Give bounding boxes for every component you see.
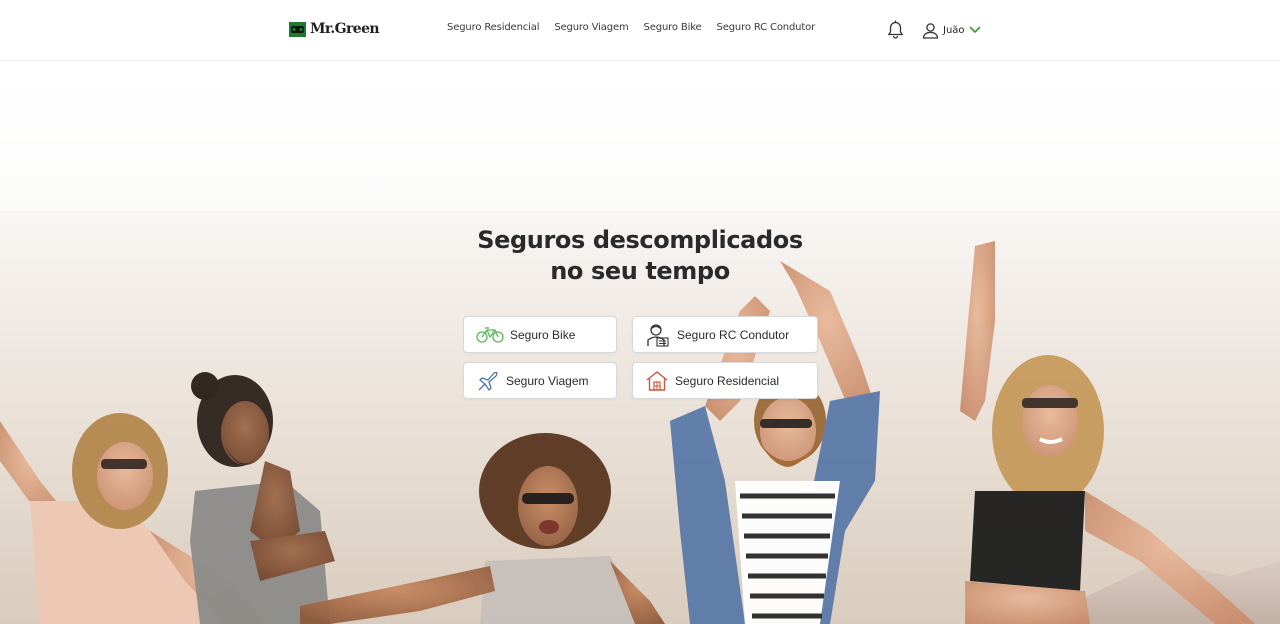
driver-icon	[647, 323, 669, 347]
hero-title-line-2: no seu tempo	[550, 257, 730, 285]
seguro-viagem-button[interactable]: Seguro Viagem	[463, 362, 617, 399]
person-2	[190, 372, 335, 624]
hero-title-line-1: Seguros descomplicados	[477, 226, 803, 254]
logo-link[interactable]: Mr.Green	[289, 19, 380, 39]
logo-icon	[289, 21, 306, 37]
main-nav: Seguro Residencial Seguro Viagem Seguro …	[447, 22, 815, 33]
seguro-viagem-label: Seguro Viagem	[506, 373, 589, 388]
user-icon	[922, 22, 939, 39]
nav-seguro-residencial[interactable]: Seguro Residencial	[447, 22, 539, 33]
nav-seguro-bike[interactable]: Seguro Bike	[644, 22, 702, 33]
nav-seguro-rc-condutor[interactable]: Seguro RC Condutor	[717, 22, 816, 33]
seguro-rc-condutor-label: Seguro RC Condutor	[677, 327, 790, 342]
page: Mr.Green Seguro Residencial Seguro Viage…	[0, 0, 1280, 624]
airplane-icon	[478, 371, 498, 391]
house-icon	[646, 370, 668, 391]
seguro-residencial-label: Seguro Residencial	[675, 373, 780, 388]
seguro-bike-label: Seguro Bike	[510, 327, 576, 342]
seguro-residencial-button[interactable]: Seguro Residencial	[632, 362, 818, 399]
hero-title: Seguros descomplicados no seu tempo	[390, 225, 890, 287]
logo-text: Mr.Green	[310, 21, 380, 37]
notification-bell-icon[interactable]	[886, 20, 905, 40]
nav-seguro-viagem[interactable]: Seguro Viagem	[554, 22, 628, 33]
person-5	[960, 241, 1255, 624]
seguro-rc-condutor-button[interactable]: Seguro RC Condutor	[632, 316, 818, 353]
user-menu[interactable]: Juão	[922, 20, 981, 40]
bicycle-icon	[476, 326, 504, 343]
user-name: Juão	[943, 24, 965, 36]
person-3	[300, 433, 665, 624]
chevron-down-icon	[969, 26, 980, 33]
top-header: Mr.Green Seguro Residencial Seguro Viage…	[0, 0, 1280, 61]
seguro-bike-button[interactable]: Seguro Bike	[463, 316, 617, 353]
